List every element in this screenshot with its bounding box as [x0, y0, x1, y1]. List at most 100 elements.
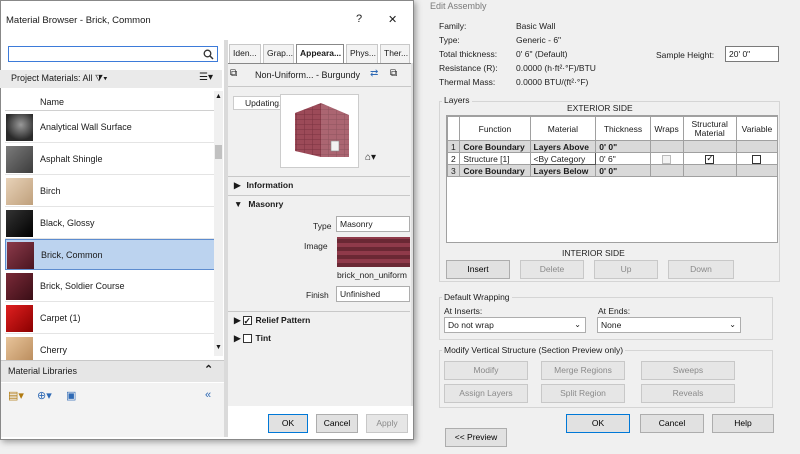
- masonry-label: Masonry: [248, 199, 284, 209]
- row-material[interactable]: Layers Below: [529, 164, 597, 177]
- column-header-material: Material: [529, 116, 597, 141]
- column-header-variable: Variable: [735, 116, 779, 141]
- mb-cancel-button[interactable]: Cancel: [316, 414, 358, 433]
- masonry-section[interactable]: ▼ Masonry: [228, 195, 410, 212]
- row-function[interactable]: Core Boundary: [459, 140, 531, 153]
- row-material[interactable]: <By Category: [529, 152, 597, 165]
- tab-identity[interactable]: Iden...: [229, 44, 261, 63]
- column-header-function: Function: [459, 116, 531, 141]
- folder-icon[interactable]: ▤▾: [8, 389, 24, 402]
- chevron-down-icon: ⌄: [574, 320, 581, 329]
- list-item[interactable]: Birch: [5, 176, 215, 207]
- relief-pattern-section[interactable]: ▶ ✓ Relief Pattern: [228, 311, 410, 328]
- help-button[interactable]: Help: [712, 414, 774, 433]
- list-item[interactable]: Brick, Soldier Course: [5, 271, 215, 302]
- image-label: Image: [304, 241, 328, 251]
- thermal-mass-label: Thermal Mass:: [439, 77, 496, 87]
- row-thickness[interactable]: 0' 0": [595, 140, 651, 153]
- up-button[interactable]: Up: [594, 260, 658, 279]
- tab-physical[interactable]: Phys...: [346, 44, 378, 63]
- row-thickness[interactable]: 0' 0": [595, 164, 651, 177]
- expand-up-icon[interactable]: ⌃: [204, 363, 213, 376]
- divider: [228, 86, 411, 87]
- replace-asset-icon[interactable]: ⇄: [370, 68, 378, 79]
- expand-arrow-icon: ▶: [234, 315, 241, 325]
- material-name: Black, Glossy: [40, 218, 95, 228]
- resistance-label: Resistance (R):: [439, 63, 498, 73]
- list-item[interactable]: Black, Glossy: [5, 208, 215, 239]
- row-number: 1: [446, 140, 461, 153]
- preview-button[interactable]: << Preview: [445, 428, 507, 447]
- thermal-mass-value: 0.0000 BTU/(ft²·°F): [516, 77, 589, 87]
- material-name: Brick, Soldier Course: [40, 281, 125, 291]
- search-input[interactable]: [8, 46, 218, 62]
- table-row[interactable]: 3 Core Boundary Layers Below 0' 0": [446, 164, 779, 177]
- close-icon[interactable]: ✕: [388, 13, 397, 26]
- table-row[interactable]: 1 Core Boundary Layers Above 0' 0": [446, 140, 779, 153]
- material-name: Brick, Common: [41, 250, 103, 260]
- scroll-up-icon[interactable]: ▲: [215, 93, 222, 100]
- information-section[interactable]: ▶ Information: [228, 176, 410, 193]
- preview-options-icon[interactable]: ⌂▾: [365, 152, 376, 163]
- at-inserts-dropdown[interactable]: Do not wrap ⌄: [444, 317, 586, 333]
- asset-name: Non-Uniform... - Burgundy: [255, 70, 361, 80]
- delete-button[interactable]: Delete: [520, 260, 584, 279]
- table-row[interactable]: 2 Structure [1] <By Category 0' 6" ✓: [446, 152, 779, 165]
- wall-preview-graphic: [295, 103, 349, 157]
- scroll-down-icon[interactable]: ▼: [215, 344, 222, 351]
- tab-thermal[interactable]: Ther...: [380, 44, 410, 63]
- row-structural: [682, 140, 737, 153]
- layers-table-area: Function Material Thickness Wraps Struct…: [446, 115, 779, 243]
- wraps-checkbox[interactable]: [662, 154, 672, 164]
- variable-checkbox[interactable]: [752, 154, 762, 164]
- mb-ok-button[interactable]: OK: [268, 414, 308, 433]
- brick-texture-thumbnail[interactable]: [337, 237, 410, 267]
- column-header-thickness: Thickness: [595, 116, 651, 141]
- list-item[interactable]: Asphalt Shingle: [5, 144, 215, 175]
- row-function[interactable]: Structure [1]: [459, 152, 531, 165]
- mb-apply-button[interactable]: Apply: [366, 414, 408, 433]
- down-button[interactable]: Down: [668, 260, 734, 279]
- structural-material-checkbox[interactable]: ✓: [705, 153, 715, 164]
- tab-graphics[interactable]: Grap...: [263, 44, 294, 63]
- assign-layers-button[interactable]: Assign Layers: [444, 384, 528, 403]
- duplicate-asset-icon[interactable]: ⧉: [390, 68, 397, 79]
- add-material-icon[interactable]: ⊕▾: [37, 389, 52, 402]
- row-material[interactable]: Layers Above: [529, 140, 597, 153]
- collapse-icon[interactable]: «: [205, 389, 211, 401]
- list-scrollbar[interactable]: [214, 91, 223, 356]
- tint-section[interactable]: ▶ Tint: [228, 330, 410, 347]
- sample-height-input[interactable]: 20' 0": [725, 46, 779, 62]
- scrollbar-thumb[interactable]: [215, 145, 222, 159]
- modify-button[interactable]: Modify: [444, 361, 528, 380]
- relief-pattern-checkbox[interactable]: ✓: [242, 316, 252, 326]
- view-options-icon[interactable]: ☰▾: [199, 72, 213, 83]
- panel-scrollbar[interactable]: [411, 63, 413, 406]
- modify-structure-title: Modify Vertical Structure (Section Previ…: [442, 345, 626, 355]
- layers-group-title: Layers: [442, 95, 472, 105]
- row-thickness[interactable]: 0' 6": [595, 152, 651, 165]
- reveals-button[interactable]: Reveals: [641, 384, 735, 403]
- row-function[interactable]: Core Boundary: [459, 164, 531, 177]
- cancel-button[interactable]: Cancel: [640, 414, 704, 433]
- list-item[interactable]: Analytical Wall Surface: [5, 112, 215, 143]
- list-item-selected[interactable]: Brick, Common: [5, 239, 215, 270]
- type-label: Type:: [439, 35, 460, 45]
- split-region-button[interactable]: Split Region: [541, 384, 625, 403]
- masonry-type-dropdown[interactable]: Masonry: [336, 216, 410, 232]
- tint-checkbox[interactable]: [242, 334, 252, 344]
- finish-dropdown[interactable]: Unfinished: [336, 286, 410, 302]
- exterior-side-label: EXTERIOR SIDE: [567, 103, 633, 113]
- project-materials-filter[interactable]: Project Materials: All ⧩▾: [11, 73, 107, 84]
- merge-regions-button[interactable]: Merge Regions: [541, 361, 625, 380]
- tab-appearance[interactable]: Appeara...: [296, 44, 344, 63]
- ok-button[interactable]: OK: [566, 414, 630, 433]
- insert-button[interactable]: Insert: [446, 260, 510, 279]
- sweeps-button[interactable]: Sweeps: [641, 361, 735, 380]
- help-icon[interactable]: ?: [356, 13, 362, 25]
- header-divider: [5, 110, 215, 111]
- table-corner: [446, 116, 461, 141]
- list-item[interactable]: Carpet (1): [5, 303, 215, 334]
- material-editor-icon[interactable]: ▣: [66, 389, 76, 402]
- at-ends-dropdown[interactable]: None ⌄: [597, 317, 741, 333]
